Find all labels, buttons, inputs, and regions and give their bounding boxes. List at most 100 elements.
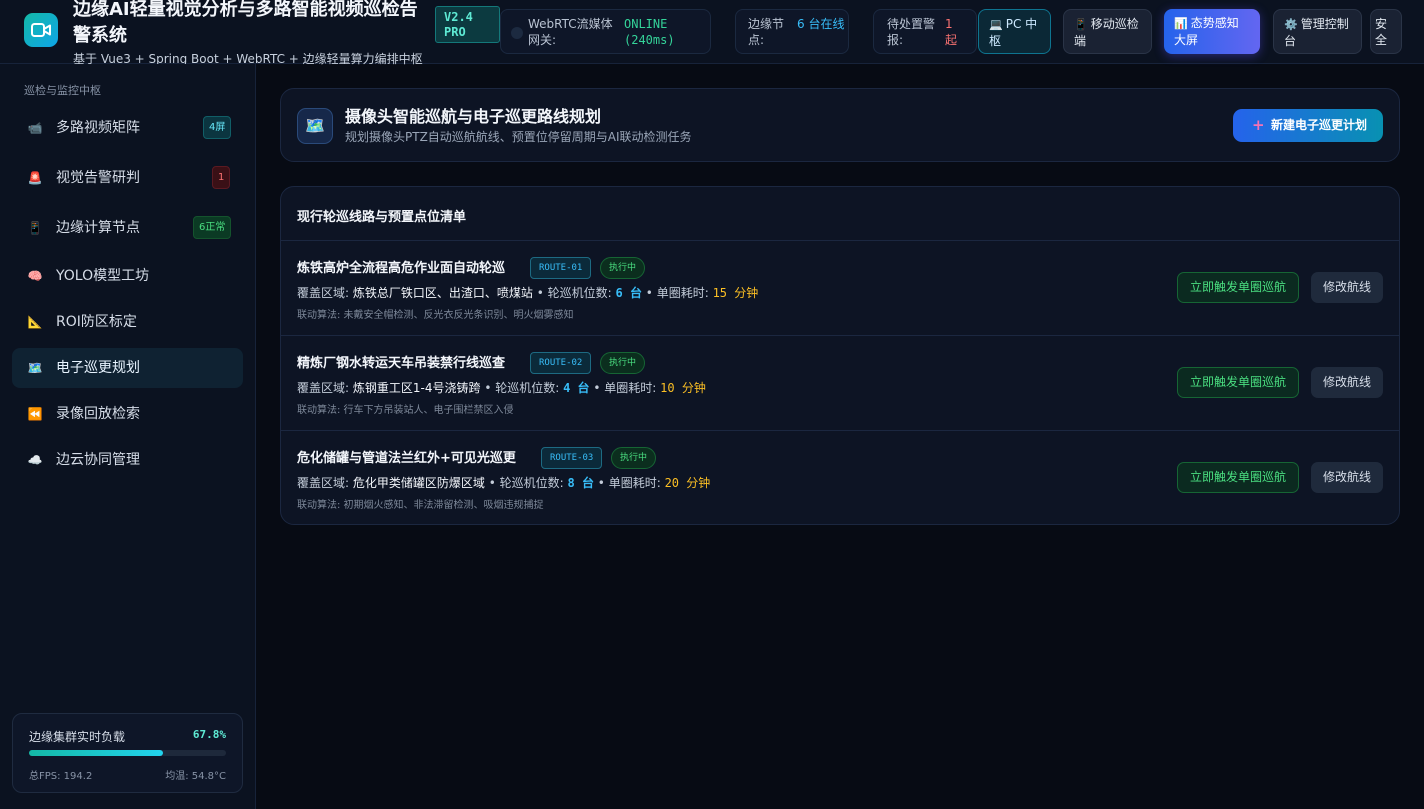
map-icon: 🗺️ xyxy=(297,108,333,144)
camera-count-label: 轮巡机位数: xyxy=(499,476,564,490)
area-label: 覆盖区域: xyxy=(297,476,350,490)
plus-icon: + xyxy=(1252,116,1265,134)
sidebar-item-roi[interactable]: 📐 ROI防区标定 xyxy=(12,302,243,342)
pc-hub-button[interactable]: 💻 PC 中枢 xyxy=(978,9,1051,54)
sidebar-item-yolo[interactable]: 🧠 YOLO模型工坊 xyxy=(12,256,243,296)
sidebar-item-edge-nodes[interactable]: 📱 边缘计算节点 6正常 xyxy=(12,208,243,248)
sidebar-item-playback[interactable]: ⏪ 录像回放检索 xyxy=(12,394,243,434)
sidebar: 巡检与监控中枢 📹 多路视频矩阵 4屏 🚨 视觉告警研判 1 📱 边缘计算节点 … xyxy=(0,64,256,809)
route-status-badge: 执行中 xyxy=(600,352,646,374)
sidebar-item-label: 边云协同管理 xyxy=(56,452,140,468)
route-meta: 覆盖区域: 炼铁总厂铁口区、出渣口、喷煤站 • 轮巡机位数: 6 台 • 单圈耗… xyxy=(297,286,759,300)
map-icon: 🗺️ xyxy=(27,361,43,375)
brain-icon: 🧠 xyxy=(27,269,43,283)
sidebar-item-label: 边缘计算节点 xyxy=(56,220,140,236)
cloud-icon: ☁️ xyxy=(27,453,43,467)
route-status-badge: 执行中 xyxy=(611,447,657,469)
cluster-load-value: 67.8% xyxy=(192,728,226,741)
edge-node-label: 边缘节点: xyxy=(748,17,785,47)
phone-icon: 📱 xyxy=(1074,18,1088,31)
area-value: 危化甲类储罐区防爆区域 xyxy=(352,476,485,490)
sidebar-item-badge: 1 xyxy=(212,166,231,189)
edit-route-button[interactable]: 修改航线 xyxy=(1311,462,1383,493)
cycle-time-label: 单圈耗时: xyxy=(608,476,661,490)
route-status-badge: 执行中 xyxy=(600,257,646,279)
sidebar-item-alert-review[interactable]: 🚨 视觉告警研判 1 xyxy=(12,158,243,198)
gear-icon: ⚙️ xyxy=(1284,18,1298,31)
trigger-patrol-button[interactable]: 立即触发单圈巡航 xyxy=(1177,462,1299,493)
sidebar-item-label: YOLO模型工坊 xyxy=(56,268,150,284)
route-algorithms: 联动算法: 行车下方吊装站人、电子围栏禁区入侵 xyxy=(297,405,514,416)
cluster-load-title: 边缘集群实时负载 xyxy=(29,730,126,744)
edit-route-button[interactable]: 修改航线 xyxy=(1311,367,1383,398)
route-algorithms: 联动算法: 初期烟火感知、非法滞留检测、吸烟违规捕捉 xyxy=(297,500,544,511)
route-meta: 覆盖区域: 炼钢重工区1-4号浇铸跨 • 轮巡机位数: 4 台 • 单圈耗时: … xyxy=(297,381,706,395)
sidebar-item-label: ROI防区标定 xyxy=(56,314,137,330)
new-patrol-plan-button[interactable]: + 新建电子巡更计划 xyxy=(1233,109,1383,142)
route-code-badge: ROUTE-02 xyxy=(530,352,592,374)
cycle-time-label: 单圈耗时: xyxy=(656,286,709,300)
security-label: 安全 xyxy=(1375,17,1388,47)
cycle-time-value: 15 分钟 xyxy=(712,286,759,300)
mobile-inspection-button[interactable]: 📱 移动巡检端 xyxy=(1063,9,1152,54)
cluster-load-fill xyxy=(29,750,163,756)
sidebar-item-label: 多路视频矩阵 xyxy=(56,120,140,136)
sidebar-item-patrol-planning[interactable]: 🗺️ 电子巡更规划 xyxy=(12,348,243,388)
ruler-icon: 📐 xyxy=(27,315,43,329)
sidebar-item-video-matrix[interactable]: 📹 多路视频矩阵 4屏 xyxy=(12,108,243,148)
new-patrol-plan-label: 新建电子巡更计划 xyxy=(1271,118,1368,132)
version-badge: V2.4 PRO xyxy=(435,6,500,43)
trigger-patrol-button[interactable]: 立即触发单圈巡航 xyxy=(1177,272,1299,303)
route-code-badge: ROUTE-01 xyxy=(530,257,592,279)
area-value: 炼铁总厂铁口区、出渣口、喷煤站 xyxy=(352,286,533,300)
pending-alert-value: 1 起 xyxy=(945,17,958,47)
laptop-icon: 💻 xyxy=(989,18,1003,31)
route-name: 危化储罐与管道法兰红外+可见光巡更 xyxy=(297,451,516,466)
admin-console-button[interactable]: ⚙️ 管理控制台 xyxy=(1273,9,1362,54)
app-title: 边缘AI轻量视觉分析与多路智能视频巡检告警系统 xyxy=(73,0,418,46)
phone-icon: 📱 xyxy=(27,221,43,235)
sidebar-item-edge-cloud[interactable]: ☁️ 边云协同管理 xyxy=(12,440,243,480)
cycle-time-label: 单圈耗时: xyxy=(604,381,657,395)
status-dot xyxy=(511,27,523,39)
cycle-time-value: 10 分钟 xyxy=(660,381,706,395)
page-header-card: 🗺️ 摄像头智能巡航与电子巡更路线规划 规划摄像头PTZ自动巡航航线、预置位停留… xyxy=(280,88,1400,162)
sidebar-item-label: 录像回放检索 xyxy=(56,406,140,422)
siren-icon: 🚨 xyxy=(27,171,43,185)
sidebar-item-badge: 6正常 xyxy=(193,216,232,239)
page-subtitle: 规划摄像头PTZ自动巡航航线、预置位停留周期与AI联动检测任务 xyxy=(345,130,692,144)
route-row: 危化储罐与管道法兰红外+可见光巡更 ROUTE-03 执行中 覆盖区域: 危化甲… xyxy=(281,431,1399,524)
app-logo xyxy=(24,13,58,47)
camera-count-label: 轮巡机位数: xyxy=(495,381,560,395)
area-label: 覆盖区域: xyxy=(297,381,350,395)
area-label: 覆盖区域: xyxy=(297,286,350,300)
edge-node-status: 边缘节点: 6 台在线 xyxy=(735,9,849,54)
trigger-patrol-button[interactable]: 立即触发单圈巡航 xyxy=(1177,367,1299,398)
top-header: 边缘AI轻量视觉分析与多路智能视频巡检告警系统 基于 Vue3 + Spring… xyxy=(0,0,1424,66)
route-list-title: 现行轮巡线路与预置点位清单 xyxy=(297,210,467,225)
route-row: 炼铁高炉全流程高危作业面自动轮巡 ROUTE-01 执行中 覆盖区域: 炼铁总厂… xyxy=(281,241,1399,336)
cluster-temperature: 均温: 54.8°C xyxy=(165,771,226,782)
sidebar-item-badge: 4屏 xyxy=(203,116,232,139)
security-button[interactable]: 安全 xyxy=(1370,9,1402,54)
pending-alert-label: 待处置警报: xyxy=(887,17,936,47)
cluster-fps: 总FPS: 194.2 xyxy=(29,771,93,782)
route-list-card: 现行轮巡线路与预置点位清单 炼铁高炉全流程高危作业面自动轮巡 ROUTE-01 … xyxy=(280,186,1400,525)
page-title: 摄像头智能巡航与电子巡更路线规划 xyxy=(345,107,602,126)
gateway-value: ONLINE (240ms) xyxy=(624,17,675,47)
video-camera-icon xyxy=(31,23,51,37)
sidebar-item-label: 视觉告警研判 xyxy=(56,170,140,186)
edge-node-value: 6 台在线 xyxy=(797,17,845,31)
camera-count-value: 6 台 xyxy=(615,286,642,300)
gateway-status: WebRTC流媒体网关: ONLINE (240ms) xyxy=(500,9,711,54)
camera-count-value: 8 台 xyxy=(567,476,594,490)
edit-route-button[interactable]: 修改航线 xyxy=(1311,272,1383,303)
cycle-time-value: 20 分钟 xyxy=(664,476,711,490)
camera-count-label: 轮巡机位数: xyxy=(547,286,612,300)
route-list-header: 现行轮巡线路与预置点位清单 xyxy=(281,187,1399,241)
route-name: 炼铁高炉全流程高危作业面自动轮巡 xyxy=(297,261,506,276)
dashboard-button[interactable]: 📊 态势感知大屏 xyxy=(1164,9,1260,54)
rewind-icon: ⏪ xyxy=(27,407,43,421)
area-value: 炼钢重工区1-4号浇铸跨 xyxy=(352,381,481,395)
cluster-load-bar xyxy=(29,750,226,756)
